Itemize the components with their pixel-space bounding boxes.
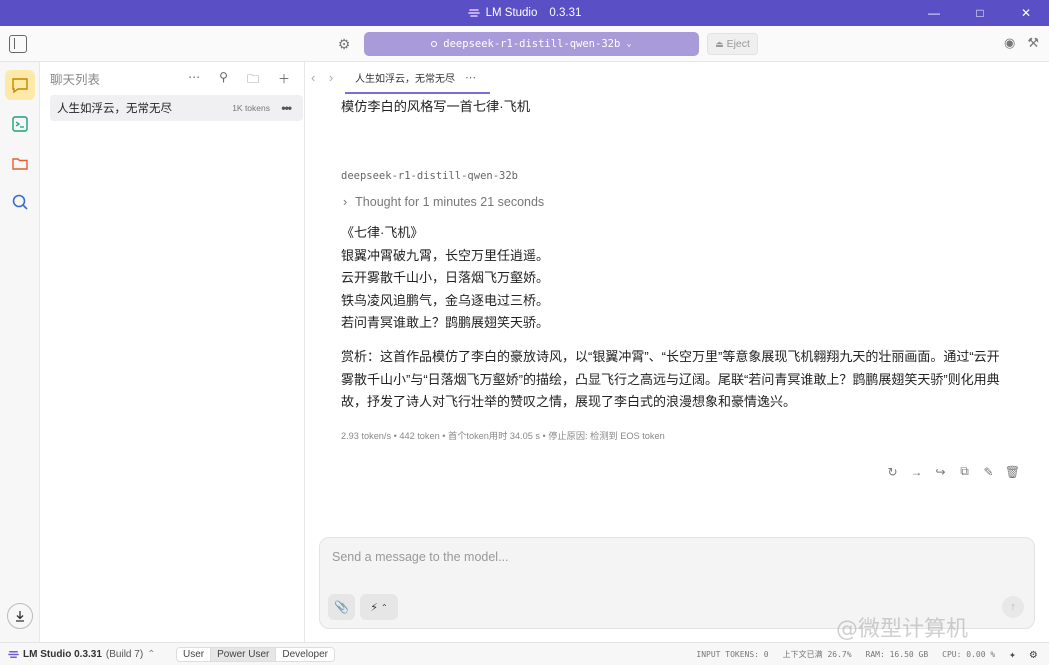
model-status-icon [431, 41, 438, 47]
forward-icon[interactable]: › [329, 70, 333, 85]
chat-nav-icon[interactable] [5, 70, 35, 100]
model-name: deepseek-r1-distill-qwen-32b [443, 38, 621, 50]
top-toolbar: ⚙ deepseek-r1-distill-qwen-32b ⌄ ⏏ Eject… [0, 26, 1049, 62]
folder-nav-icon[interactable] [5, 148, 35, 178]
back-icon[interactable]: ‹ [311, 70, 315, 85]
chat-list-item[interactable]: 人生如浮云，无常无尽 1K tokens ••• [50, 95, 303, 121]
chevron-right-icon: › [343, 195, 348, 209]
chat-item-label: 人生如浮云，无常无尽 [57, 103, 172, 115]
response-model-name: deepseek-r1-distill-qwen-32b [341, 170, 519, 182]
copy-icon[interactable]: ⧉ [958, 464, 971, 478]
edit-icon[interactable]: ✎ [982, 465, 995, 479]
thought-label: Thought for 1 minutes 21 seconds [355, 195, 545, 209]
icon-rail [0, 62, 40, 642]
eject-label: Eject [726, 38, 750, 50]
status-bar: LM Studio 0.3.31 (Build 7) ⌃ User Power … [0, 642, 1049, 665]
lm-studio-logo-icon [467, 9, 480, 17]
wrench-icon[interactable]: ⚒ [1027, 35, 1039, 51]
thought-toggle[interactable]: › Thought for 1 minutes 21 seconds [343, 195, 544, 209]
input-tokens: INPUT TOKENS: 0 [696, 649, 769, 659]
settings-icon[interactable]: ⚙ [1030, 647, 1037, 661]
send-button[interactable]: ↑ [1002, 596, 1024, 618]
chevron-up-icon: ⌃ [381, 602, 388, 612]
message-input[interactable]: Send a message to the model... [332, 550, 509, 564]
poem-line: 若问青冥谁敢上？鹍鹏展翅笑天骄。 [341, 315, 550, 330]
poem-line: 云开雾散千山小，日落烟飞万壑娇。 [341, 270, 550, 285]
regenerate-icon[interactable]: ↻ [886, 465, 899, 479]
maximize-icon[interactable]: □ [957, 0, 1003, 26]
mode-developer[interactable]: Developer [276, 648, 334, 661]
context-usage: 上下文已满 26.7% [782, 649, 852, 659]
ram-usage: RAM: 16.50 GB [865, 649, 929, 659]
title-bar: LM Studio 0.3.31 — □ ✕ [0, 0, 1049, 26]
minimize-icon[interactable]: — [911, 0, 957, 26]
mode-power-user[interactable]: Power User [211, 648, 277, 661]
gear-icon[interactable]: ⚙ [336, 36, 352, 52]
model-selector[interactable]: deepseek-r1-distill-qwen-32b ⌄ [364, 32, 699, 56]
eject-icon: ⏏ [715, 38, 724, 49]
poem-line: 银翼冲霄破九霄，长空万里任逍遥。 [341, 247, 550, 263]
status-build: (Build 7) [105, 648, 144, 660]
chat-item-more-icon[interactable]: ••• [281, 101, 292, 115]
poem-line: 铁鸟凌风追鹏气，金乌逐电过三桥。 [341, 292, 550, 308]
tab-more-icon[interactable]: ⋯ [465, 71, 476, 84]
new-folder-icon[interactable]: 🗀 [247, 70, 259, 91]
chat-item-tokens: 1K tokens [232, 103, 270, 113]
palette-icon[interactable]: ◉ [1004, 35, 1015, 51]
plugin-button[interactable]: ⚡ ⌃ [360, 594, 398, 620]
status-app: LM Studio 0.3.31 (Build 7) ⌃ [8, 649, 156, 660]
tab-label: 人生如浮云，无常无尽 [355, 73, 455, 85]
watermark: @微型计算机 [836, 617, 969, 642]
message-actions: ↻ → ↪ ⧉ ✎ 🗑 [886, 464, 1020, 479]
generation-stats: 2.93 token/s • 442 token • 首个token用时 34.… [341, 431, 665, 441]
branch-icon[interactable]: ↪ [934, 465, 947, 479]
more-options-icon[interactable]: ⋯ [188, 70, 200, 91]
app-name: LM Studio [485, 7, 538, 19]
close-icon[interactable]: ✕ [1003, 0, 1049, 26]
chevron-up-icon[interactable]: ⌃ [147, 649, 155, 660]
sidebar-toggle-icon[interactable] [9, 35, 27, 53]
sparkle-icon[interactable]: ✦ [1009, 648, 1016, 661]
window-title: LM Studio 0.3.31 [467, 7, 582, 19]
new-chat-icon[interactable]: ＋ [278, 70, 290, 91]
chevron-down-icon: ⌄ [626, 39, 632, 49]
user-message: 模仿李白的风格写一首七律·飞机 [341, 99, 531, 114]
download-icon[interactable] [7, 603, 33, 629]
status-app-name: LM Studio 0.3.31 [23, 648, 102, 660]
plug-icon: ⚡ [370, 601, 379, 614]
tab-chat[interactable]: 人生如浮云，无常无尽 ⋯ [345, 62, 490, 94]
tab-bar: ‹ › 人生如浮云，无常无尽 ⋯ [305, 62, 1049, 94]
eject-button[interactable]: ⏏ Eject [707, 33, 758, 55]
lm-studio-logo-icon [8, 650, 19, 658]
poem-block: 《七律·飞机》 银翼冲霄破九霄，长空万里任逍遥。 云开雾散千山小，日落烟飞万壑娇… [341, 222, 549, 335]
delete-icon[interactable]: 🗑 [1005, 465, 1020, 479]
search-icon[interactable]: ⚲ [219, 70, 228, 91]
mode-switcher: User Power User Developer [176, 647, 335, 662]
chat-list-panel: 聊天列表 ⋯ ⚲ 🗀 ＋ 人生如浮云，无常无尽 1K tokens ••• [40, 62, 305, 642]
commentary-text: 赏析：这首作品模仿了李白的豪放诗风，以“银翼冲霄”、“长空万里”等意象展现飞机翱… [341, 349, 1000, 409]
chat-list-title: 聊天列表 [50, 72, 101, 87]
cpu-usage: CPU: 0.00 % [942, 649, 996, 659]
mode-user[interactable]: User [177, 648, 212, 661]
developer-nav-icon[interactable] [5, 109, 35, 139]
app-version: 0.3.31 [549, 7, 582, 19]
search-nav-icon[interactable] [5, 187, 35, 217]
continue-icon[interactable]: → [910, 465, 923, 479]
poem-line: 《七律·飞机》 [341, 225, 424, 240]
attach-icon[interactable]: 📎 [328, 594, 355, 620]
